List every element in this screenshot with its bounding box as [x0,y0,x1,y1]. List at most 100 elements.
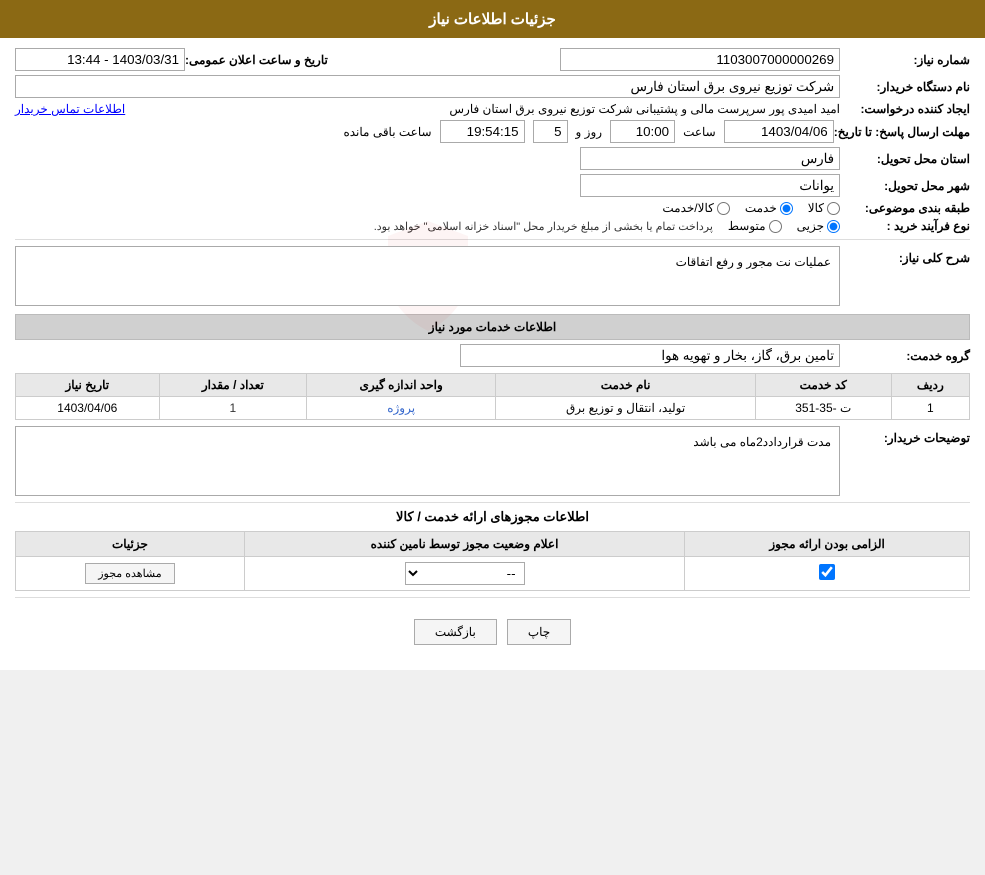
service-group-input[interactable] [460,344,840,367]
license-table: الزامی بودن ارائه مجوز اعلام وضعیت مجوز … [15,531,970,591]
buyer-org-input[interactable] [15,75,840,98]
purchase-type-container: جزیی متوسط پرداخت تمام یا بخشی از مبلغ خ… [15,219,840,233]
service-group-label: گروه خدمت: [840,349,970,363]
need-number-input[interactable] [560,48,840,71]
license-section-title-area: اطلاعات مجوزهای ارائه خدمت / کالا [15,509,970,525]
purchase-mutavasset-label: متوسط [728,219,766,233]
general-desc-value: عملیات نت مجور و رفع اتفاقات [20,251,835,273]
purchase-jozyi-radio[interactable] [827,220,840,233]
city-input[interactable] [580,174,840,197]
page-header: جزئیات اطلاعات نیاز [0,0,985,38]
general-desc-textarea[interactable]: عملیات نت مجور و رفع اتفاقات [15,246,840,306]
services-table: ردیف کد خدمت نام خدمت واحد اندازه گیری ت… [15,373,970,420]
category-label: طبقه بندی موضوعی: [840,201,970,215]
category-row: طبقه بندی موضوعی: کالا خدمت کالا/خدمت [15,201,970,215]
buyer-desc-textarea[interactable]: مدت قراردادد2ماه می باشد [15,426,840,496]
buyer-org-value-container [15,75,840,98]
category-khedmat-item: خدمت [745,201,793,215]
province-label: استان محل تحویل: [840,152,970,166]
divider-2 [15,502,970,503]
purchase-jozyi-label: جزیی [797,219,824,233]
col-service-name: نام خدمت [496,374,756,397]
purchase-mutavasset-item: متوسط [728,219,782,233]
general-desc-row: شرح کلی نیاز: عملیات نت مجور و رفع اتفاق… [15,246,970,306]
divider-3 [15,597,970,598]
province-input[interactable] [580,147,840,170]
license-required-checkbox[interactable] [819,564,835,580]
announce-date-label: تاریخ و ساعت اعلان عمومی: [185,53,328,67]
creator-value: امید امیدی پور سرپرست مالی و پشتیبانی شر… [131,102,840,116]
announce-date-input[interactable] [15,48,185,71]
bottom-buttons-area: چاپ بازگشت [15,604,970,660]
purchase-type-notice: پرداخت تمام یا بخشی از مبلغ خریدار محل "… [374,220,713,233]
general-desc-container: عملیات نت مجور و رفع اتفاقات [15,246,840,306]
deadline-days-input[interactable] [533,120,568,143]
cell-license-details: مشاهده مجوز [16,557,245,591]
category-kala-radio[interactable] [827,202,840,215]
buyer-org-label: نام دستگاه خریدار: [840,80,970,94]
col-need-date: تاریخ نیاز [16,374,160,397]
deadline-countdown-label: ساعت باقی مانده [343,125,431,139]
announce-date-value-container [15,48,185,71]
cell-service-code: ت -35-351 [755,397,891,420]
category-kala-label: کالا [808,201,824,215]
service-group-value-container [15,344,840,367]
cell-row-num: 1 [891,397,969,420]
category-kala-khedmat-label: کالا/خدمت [662,201,713,215]
creator-value-container: امید امیدی پور سرپرست مالی و پشتیبانی شر… [15,102,840,116]
general-desc-label: شرح کلی نیاز: [840,251,970,265]
deadline-days-label: روز و [576,125,603,139]
cell-license-status: -- [244,557,684,591]
category-kala-khedmat-item: کالا/خدمت [662,201,729,215]
contact-link[interactable]: اطلاعات تماس خریدار [15,102,125,116]
divider-1 [15,239,970,240]
license-status-select[interactable]: -- [405,562,525,585]
license-section-title: اطلاعات مجوزهای ارائه خدمت / کالا [396,509,589,524]
province-value-container [15,147,840,170]
deadline-label: مهلت ارسال پاسخ: تا تاریخ: [834,125,970,139]
col-unit: واحد اندازه گیری [307,374,496,397]
services-table-header-row: ردیف کد خدمت نام خدمت واحد اندازه گیری ت… [16,374,970,397]
cell-service-name: تولید، انتقال و توزیع برق [496,397,756,420]
col-license-status: اعلام وضعیت مجوز توسط نامین کننده [244,532,684,557]
deadline-time-input[interactable] [610,120,675,143]
print-button[interactable]: چاپ [507,619,571,645]
cell-need-date: 1403/04/06 [16,397,160,420]
buyer-org-row: نام دستگاه خریدار: [15,75,970,98]
category-khedmat-label: خدمت [745,201,777,215]
col-row-num: ردیف [891,374,969,397]
buyer-desc-row: توضیحات خریدار: مدت قراردادد2ماه می باشد [15,426,970,496]
cell-license-required [685,557,970,591]
province-row: استان محل تحویل: [15,147,970,170]
deadline-value-container: ساعت روز و ساعت باقی مانده [15,120,834,143]
creator-label: ایجاد کننده درخواست: [840,102,970,116]
col-quantity: تعداد / مقدار [159,374,306,397]
need-number-value-container [348,48,840,71]
services-section-title: اطلاعات خدمات مورد نیاز [15,314,970,340]
creator-row: ایجاد کننده درخواست: امید امیدی پور سرپر… [15,102,970,116]
col-service-code: کد خدمت [755,374,891,397]
back-button[interactable]: بازگشت [414,619,497,645]
license-table-row: -- مشاهده مجوز [16,557,970,591]
city-row: شهر محل تحویل: [15,174,970,197]
buyer-desc-container: مدت قراردادد2ماه می باشد [15,426,840,496]
license-table-header-row: الزامی بودن ارائه مجوز اعلام وضعیت مجوز … [16,532,970,557]
services-table-row: 1 ت -35-351 تولید، انتقال و توزیع برق پر… [16,397,970,420]
page-title: جزئیات اطلاعات نیاز [429,11,556,28]
col-license-required: الزامی بودن ارائه مجوز [685,532,970,557]
category-kala-khedmat-radio[interactable] [717,202,730,215]
deadline-date-input[interactable] [724,120,834,143]
category-khedmat-radio[interactable] [780,202,793,215]
deadline-countdown-input[interactable] [440,120,525,143]
content-area: شماره نیاز: تاریخ و ساعت اعلان عمومی: نا… [0,38,985,670]
view-license-button[interactable]: مشاهده مجوز [85,563,174,584]
cell-quantity: 1 [159,397,306,420]
cell-unit: پروژه [307,397,496,420]
category-kala-item: کالا [808,201,840,215]
purchase-type-radio-group: جزیی متوسط پرداخت تمام یا بخشی از مبلغ خ… [15,219,840,233]
deadline-row: مهلت ارسال پاسخ: تا تاریخ: ساعت روز و سا… [15,120,970,143]
purchase-mutavasset-radio[interactable] [769,220,782,233]
deadline-time-label: ساعت [683,125,716,139]
page-wrapper: جزئیات اطلاعات نیاز شماره نیاز: تاریخ و … [0,0,985,670]
purchase-type-row: نوع فرآیند خرید : جزیی متوسط پرداخت تمام… [15,219,970,233]
